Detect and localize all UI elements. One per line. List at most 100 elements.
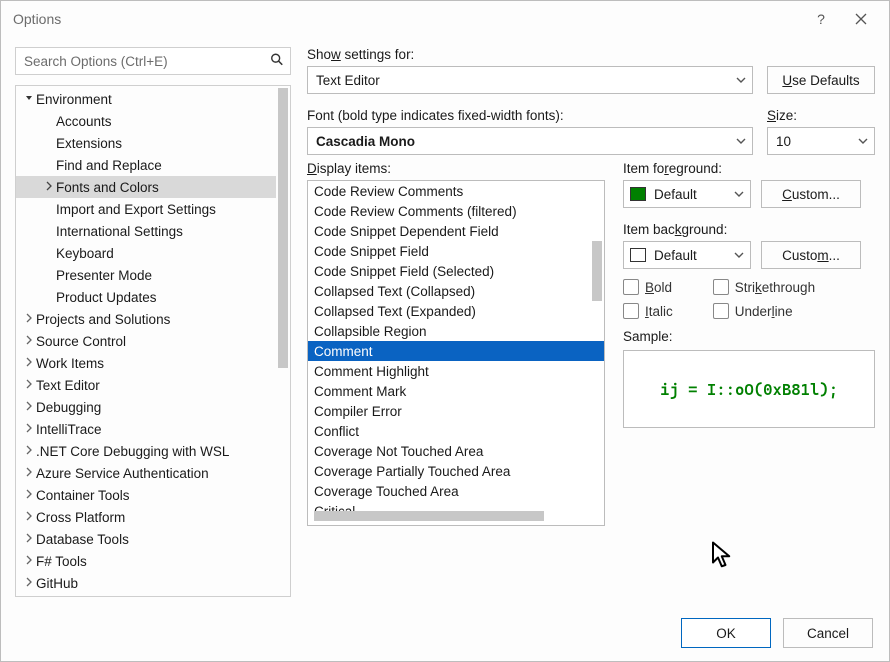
chevron-right-icon[interactable] [22, 401, 36, 414]
tree-item[interactable]: Work Items [16, 352, 276, 374]
tree-item[interactable]: International Settings [16, 220, 276, 242]
tree-item[interactable]: Debugging [16, 396, 276, 418]
display-item[interactable]: Code Snippet Dependent Field [308, 221, 604, 241]
search-options[interactable] [15, 47, 291, 75]
chevron-right-icon[interactable] [22, 379, 36, 392]
chevron-down-icon [736, 134, 746, 149]
tree-item[interactable]: Environment [16, 88, 276, 110]
display-item[interactable]: Compiler Error [308, 401, 604, 421]
sample-text: ij = I::oO(0xB81l); [660, 380, 838, 399]
tree-item[interactable]: F# Tools [16, 550, 276, 572]
custom-foreground-button[interactable]: Custom... [761, 180, 861, 208]
background-value: Default [654, 248, 697, 263]
ok-button[interactable]: OK [681, 618, 771, 648]
chevron-right-icon[interactable] [22, 555, 36, 568]
sample-label: Sample: [623, 329, 875, 344]
underline-checkbox[interactable]: Underline [713, 303, 815, 319]
tree-item-label: Presenter Mode [56, 268, 152, 283]
tree-item[interactable]: Cross Platform [16, 506, 276, 528]
tree-item[interactable]: Container Tools [16, 484, 276, 506]
use-defaults-button[interactable]: Use Defaults [767, 66, 875, 94]
display-item[interactable]: Code Snippet Field (Selected) [308, 261, 604, 281]
tree-item-label: F# Tools [36, 554, 87, 569]
display-item[interactable]: Collapsed Text (Expanded) [308, 301, 604, 321]
chevron-down-icon[interactable] [22, 93, 36, 106]
tree-item[interactable]: Keyboard [16, 242, 276, 264]
cancel-button[interactable]: Cancel [783, 618, 873, 648]
tree-item[interactable]: Find and Replace [16, 154, 276, 176]
tree-item-label: Extensions [56, 136, 122, 151]
tree-item[interactable]: Text Editor [16, 374, 276, 396]
display-item[interactable]: Comment Mark [308, 381, 604, 401]
custom-background-button[interactable]: Custom... [761, 241, 861, 269]
chevron-right-icon[interactable] [22, 467, 36, 480]
display-item[interactable]: Coverage Not Touched Area [308, 441, 604, 461]
tree-item-label: Accounts [56, 114, 112, 129]
tree-item-label: Keyboard [56, 246, 114, 261]
tree-item-label: International Settings [56, 224, 183, 239]
bold-checkbox[interactable]: Bold [623, 279, 673, 295]
tree-item-label: Fonts and Colors [56, 180, 159, 195]
tree-item[interactable]: Source Control [16, 330, 276, 352]
display-items-listbox[interactable]: Code Review CommentsCode Review Comments… [307, 180, 605, 526]
tree-item[interactable]: Import and Export Settings [16, 198, 276, 220]
listbox-vscroll-thumb[interactable] [592, 241, 602, 301]
tree-item[interactable]: IntelliTrace [16, 418, 276, 440]
tree-item[interactable]: Accounts [16, 110, 276, 132]
chevron-right-icon[interactable] [22, 533, 36, 546]
close-button[interactable] [841, 5, 881, 33]
strikethrough-checkbox[interactable]: Strikethrough [713, 279, 815, 295]
display-item[interactable]: Code Review Comments (filtered) [308, 201, 604, 221]
search-input[interactable] [16, 48, 290, 74]
chevron-down-icon [734, 187, 744, 202]
sample-preview: ij = I::oO(0xB81l); [623, 350, 875, 428]
tree-scrollbar-thumb[interactable] [278, 88, 288, 368]
listbox-hscroll-thumb[interactable] [314, 511, 544, 521]
item-foreground-label: Item foreground: [623, 161, 875, 176]
tree-item[interactable]: Azure Service Authentication [16, 462, 276, 484]
display-item[interactable]: Comment Highlight [308, 361, 604, 381]
options-tree[interactable]: Environment Accounts Extensions Find and Re… [15, 85, 291, 597]
display-item[interactable]: Collapsible Region [308, 321, 604, 341]
tree-item-label: Work Items [36, 356, 104, 371]
font-value: Cascadia Mono [316, 134, 415, 149]
chevron-right-icon[interactable] [22, 511, 36, 524]
chevron-right-icon[interactable] [22, 335, 36, 348]
tree-item[interactable]: .NET Core Debugging with WSL [16, 440, 276, 462]
tree-item[interactable]: Presenter Mode [16, 264, 276, 286]
size-value: 10 [776, 134, 791, 149]
size-select[interactable]: 10 [767, 127, 875, 155]
display-item[interactable]: Comment [308, 341, 604, 361]
help-button[interactable]: ? [801, 5, 841, 33]
chevron-down-icon [858, 134, 868, 149]
display-item[interactable]: Coverage Partially Touched Area [308, 461, 604, 481]
chevron-right-icon[interactable] [22, 357, 36, 370]
italic-checkbox[interactable]: Italic [623, 303, 673, 319]
options-dialog: Options ? EnvironmentAccountsExtensionsF… [0, 0, 890, 662]
tree-item[interactable]: Product Updates [16, 286, 276, 308]
chevron-right-icon[interactable] [22, 313, 36, 326]
tree-item[interactable]: Database Tools [16, 528, 276, 550]
chevron-right-icon[interactable] [22, 423, 36, 436]
display-item[interactable]: Code Review Comments [308, 181, 604, 201]
show-settings-for-select[interactable]: Text Editor [307, 66, 753, 94]
display-item[interactable]: Collapsed Text (Collapsed) [308, 281, 604, 301]
tree-item[interactable]: GitHub [16, 572, 276, 594]
chevron-right-icon[interactable] [42, 181, 56, 194]
tree-item[interactable]: Extensions [16, 132, 276, 154]
tree-item[interactable]: Fonts and Colors [16, 176, 276, 198]
display-item[interactable]: Conflict [308, 421, 604, 441]
item-background-select[interactable]: Default [623, 241, 751, 269]
foreground-swatch [630, 187, 646, 201]
tree-item-label: Import and Export Settings [56, 202, 216, 217]
chevron-right-icon[interactable] [22, 577, 36, 590]
display-items-label: Display items: [307, 161, 605, 176]
display-item[interactable]: Coverage Touched Area [308, 481, 604, 501]
chevron-right-icon[interactable] [22, 489, 36, 502]
tree-item[interactable]: Projects and Solutions [16, 308, 276, 330]
font-select[interactable]: Cascadia Mono [307, 127, 753, 155]
tree-item-label: Source Control [36, 334, 126, 349]
item-foreground-select[interactable]: Default [623, 180, 751, 208]
chevron-right-icon[interactable] [22, 445, 36, 458]
display-item[interactable]: Code Snippet Field [308, 241, 604, 261]
